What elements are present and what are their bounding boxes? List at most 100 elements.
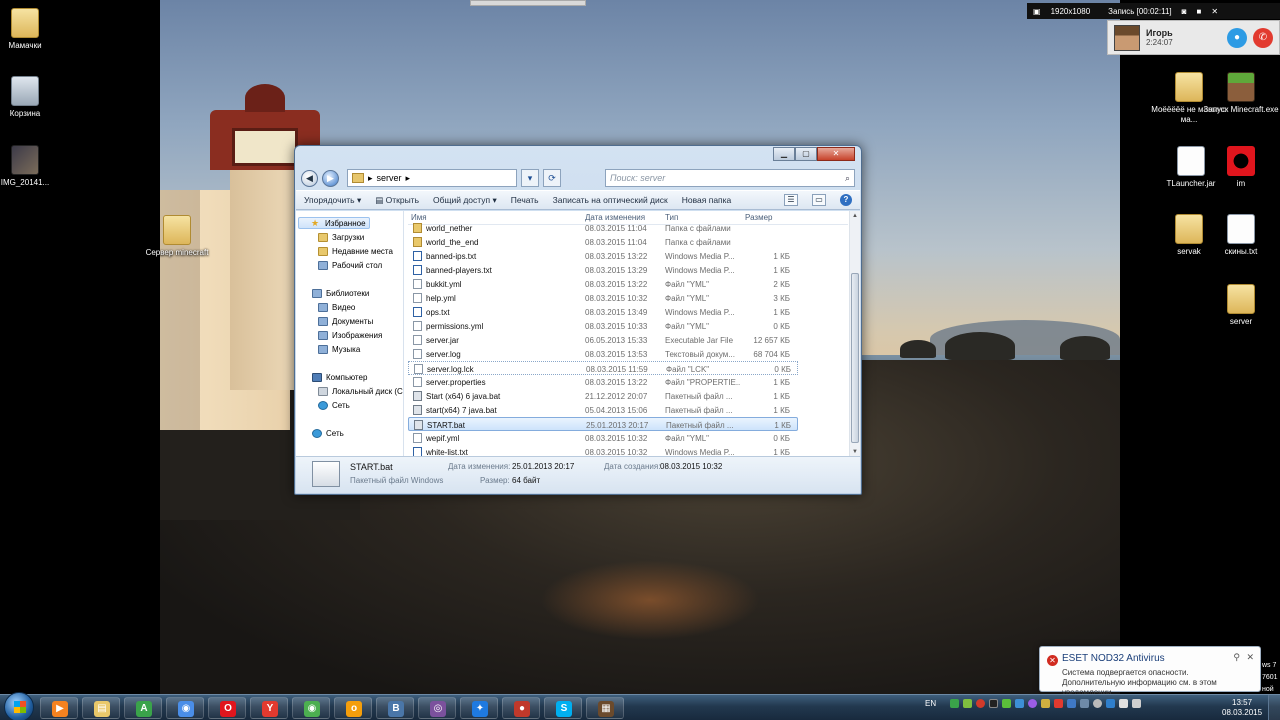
nav-favorites[interactable]: ★ Избранное bbox=[298, 217, 370, 229]
desktop-icon-img[interactable]: IMG_20141... bbox=[0, 145, 65, 188]
taskbar-app-recorder[interactable]: ● bbox=[502, 697, 540, 719]
desktop-icon-recycle-bin[interactable]: Корзина bbox=[0, 76, 65, 119]
nav-computer[interactable]: Компьютер bbox=[312, 371, 367, 383]
open-button[interactable]: ▤ Открыть bbox=[375, 195, 419, 206]
file-row[interactable]: banned-players.txt 08.03.2015 13:29 Window… bbox=[408, 263, 848, 277]
view-options-icon[interactable]: ☰ bbox=[784, 194, 798, 206]
nav-local-disk[interactable]: Локальный диск (С bbox=[318, 385, 403, 397]
desktop-icon-skins[interactable]: скины.txt bbox=[1201, 214, 1280, 257]
file-row[interactable]: server.properties 08.03.2015 13:22 Файл "P… bbox=[408, 375, 848, 389]
back-button[interactable]: ◀ bbox=[301, 169, 318, 187]
search-input[interactable]: Поиск: server ⌕ bbox=[605, 169, 855, 187]
tray-icon[interactable] bbox=[1093, 699, 1103, 708]
tray-icon[interactable] bbox=[1054, 699, 1064, 708]
nav-video[interactable]: Видео bbox=[318, 301, 355, 313]
file-row[interactable]: permissions.yml 08.03.2015 10:33 Файл "YML… bbox=[408, 319, 848, 333]
hangup-icon[interactable]: ✆ bbox=[1253, 27, 1273, 48]
file-row[interactable]: server.jar 06.05.2013 15:33 Executable Jar… bbox=[408, 333, 848, 347]
camera-icon[interactable]: ◙ bbox=[1182, 7, 1187, 16]
language-indicator[interactable]: EN bbox=[925, 699, 936, 708]
nav-desktop[interactable]: Рабочий стол bbox=[318, 259, 382, 271]
tray-icon[interactable] bbox=[950, 699, 960, 708]
nav-documents[interactable]: Документы bbox=[318, 315, 373, 327]
taskbar-app-minecraft[interactable]: ▦ bbox=[586, 697, 624, 719]
file-row[interactable]: wepif.yml 08.03.2015 10:32 Файл "YML" 0 КБ bbox=[408, 431, 848, 445]
close-button[interactable]: ✕ bbox=[817, 147, 855, 161]
print-button[interactable]: Печать bbox=[511, 195, 539, 205]
file-row[interactable]: world_the_end 08.03.2015 11:04 Папка с фай… bbox=[408, 235, 848, 249]
scroll-up-icon[interactable]: ▲ bbox=[850, 211, 860, 221]
taskbar-app-chrome[interactable]: ◉ bbox=[166, 697, 204, 719]
tray-icon[interactable] bbox=[1106, 699, 1116, 708]
file-row[interactable]: start(x64) 7 java.bat 05.04.2013 15:06 Пак… bbox=[408, 403, 848, 417]
nav-downloads[interactable]: Загрузки bbox=[318, 231, 364, 243]
breadcrumb-server[interactable]: server bbox=[377, 173, 402, 183]
nav-pictures[interactable]: Изображения bbox=[318, 329, 382, 341]
taskbar-app-tlauncher[interactable]: A bbox=[124, 697, 162, 719]
nav-network-sub[interactable]: Сеть bbox=[318, 399, 350, 411]
pin-icon[interactable]: ⚲ bbox=[1233, 652, 1240, 663]
tray-icon[interactable] bbox=[1028, 699, 1038, 708]
tray-icon[interactable] bbox=[1067, 699, 1077, 708]
taskbar-app-viber[interactable]: ◎ bbox=[418, 697, 456, 719]
nav-recent-places[interactable]: Недавние места bbox=[318, 245, 393, 257]
tray-icon[interactable] bbox=[963, 699, 973, 708]
taskbar-app-teamviewer[interactable]: ✦ bbox=[460, 697, 498, 719]
taskbar-app-chromium[interactable]: ◉ bbox=[292, 697, 330, 719]
file-row[interactable]: Start (x64) 6 java.bat 21.12.2012 20:07 Па… bbox=[408, 389, 848, 403]
microphone-icon[interactable]: ● bbox=[1227, 27, 1247, 48]
help-icon[interactable]: ? bbox=[840, 194, 852, 206]
taskbar-app-explorer[interactable]: ▤ bbox=[82, 697, 120, 719]
volume-icon[interactable] bbox=[1132, 699, 1142, 708]
tray-icon[interactable] bbox=[976, 699, 986, 708]
organize-button[interactable]: Упорядочить ▾ bbox=[304, 195, 361, 206]
taskbar-app-odnoklassniki[interactable]: о bbox=[334, 697, 372, 719]
taskbar-app-opera[interactable]: O bbox=[208, 697, 246, 719]
close-icon[interactable]: ✕ bbox=[1211, 7, 1218, 16]
file-row[interactable]: ops.txt 08.03.2015 13:49 Windows Media P..… bbox=[408, 305, 848, 319]
desktop-icon-server-minecraft[interactable]: Сервер minecraft bbox=[138, 215, 216, 258]
taskbar-app-skype[interactable]: S bbox=[544, 697, 582, 719]
taskbar-app-media-player[interactable]: ▶ bbox=[40, 697, 78, 719]
desktop-icon-mamachki[interactable]: Мамачки bbox=[0, 8, 65, 51]
history-dropdown-button[interactable]: ▾ bbox=[521, 169, 539, 187]
desktop-icon-im[interactable]: im bbox=[1201, 146, 1280, 189]
nav-network[interactable]: Сеть bbox=[312, 427, 344, 439]
desktop-icon-server[interactable]: server bbox=[1201, 284, 1280, 327]
tray-icon[interactable] bbox=[1041, 699, 1051, 708]
new-folder-button[interactable]: Новая папка bbox=[682, 195, 732, 205]
close-icon[interactable]: ✕ bbox=[1246, 652, 1254, 663]
clock[interactable]: 13:57 08.03.2015 bbox=[1222, 698, 1262, 718]
stop-icon[interactable]: ■ bbox=[1196, 7, 1201, 16]
preview-pane-icon[interactable]: ▭ bbox=[812, 194, 826, 206]
refresh-button[interactable]: ⟳ bbox=[543, 169, 561, 187]
taskbar-app-vk[interactable]: B bbox=[376, 697, 414, 719]
file-row[interactable]: banned-ips.txt 08.03.2015 13:22 Windows Me… bbox=[408, 249, 848, 263]
forward-button[interactable]: ▶ bbox=[322, 169, 339, 187]
nav-music[interactable]: Музыка bbox=[318, 343, 360, 355]
minimize-button[interactable]: ▁ bbox=[773, 147, 795, 161]
tray-icon[interactable] bbox=[1015, 699, 1025, 708]
share-button[interactable]: Общий доступ ▾ bbox=[433, 195, 497, 206]
show-desktop-button[interactable] bbox=[1268, 695, 1280, 720]
tray-icon[interactable] bbox=[1080, 699, 1090, 708]
tray-icon[interactable] bbox=[989, 699, 999, 708]
tray-icon[interactable] bbox=[1002, 699, 1012, 708]
file-row[interactable]: bukkit.yml 08.03.2015 13:22 Файл "YML" 2 КБ bbox=[408, 277, 848, 291]
nav-libraries[interactable]: Библиотеки bbox=[312, 287, 369, 299]
file-row[interactable]: server.log.lck 08.03.2015 11:59 Файл "LCK"… bbox=[408, 361, 798, 375]
file-row[interactable]: server.log 08.03.2015 13:53 Текстовый доку… bbox=[408, 347, 848, 361]
file-row[interactable]: START.bat 25.01.2013 20:17 Пакетный файл .… bbox=[408, 417, 798, 431]
start-button[interactable] bbox=[4, 692, 34, 720]
file-row[interactable]: help.yml 08.03.2015 10:32 Файл "YML" 3 КБ bbox=[408, 291, 848, 305]
network-icon[interactable] bbox=[1119, 699, 1129, 708]
taskbar-app-yandex[interactable]: Y bbox=[250, 697, 288, 719]
file-row[interactable]: world_nether 08.03.2015 11:04 Папка с файл… bbox=[408, 221, 848, 235]
address-bar[interactable]: ▸ server ▸ bbox=[347, 169, 517, 187]
scroll-thumb[interactable] bbox=[851, 273, 859, 443]
maximize-button[interactable]: ▢ bbox=[795, 147, 817, 161]
desktop-icon-minecraft-launcher[interactable]: Запуск Minecraft.exe bbox=[1201, 72, 1280, 115]
eset-notification[interactable]: ✕ ESET NOD32 Antivirus Система подвергае… bbox=[1039, 646, 1261, 697]
burn-button[interactable]: Записать на оптический диск bbox=[553, 195, 668, 205]
vertical-scrollbar[interactable]: ▲ ▼ bbox=[849, 211, 860, 457]
